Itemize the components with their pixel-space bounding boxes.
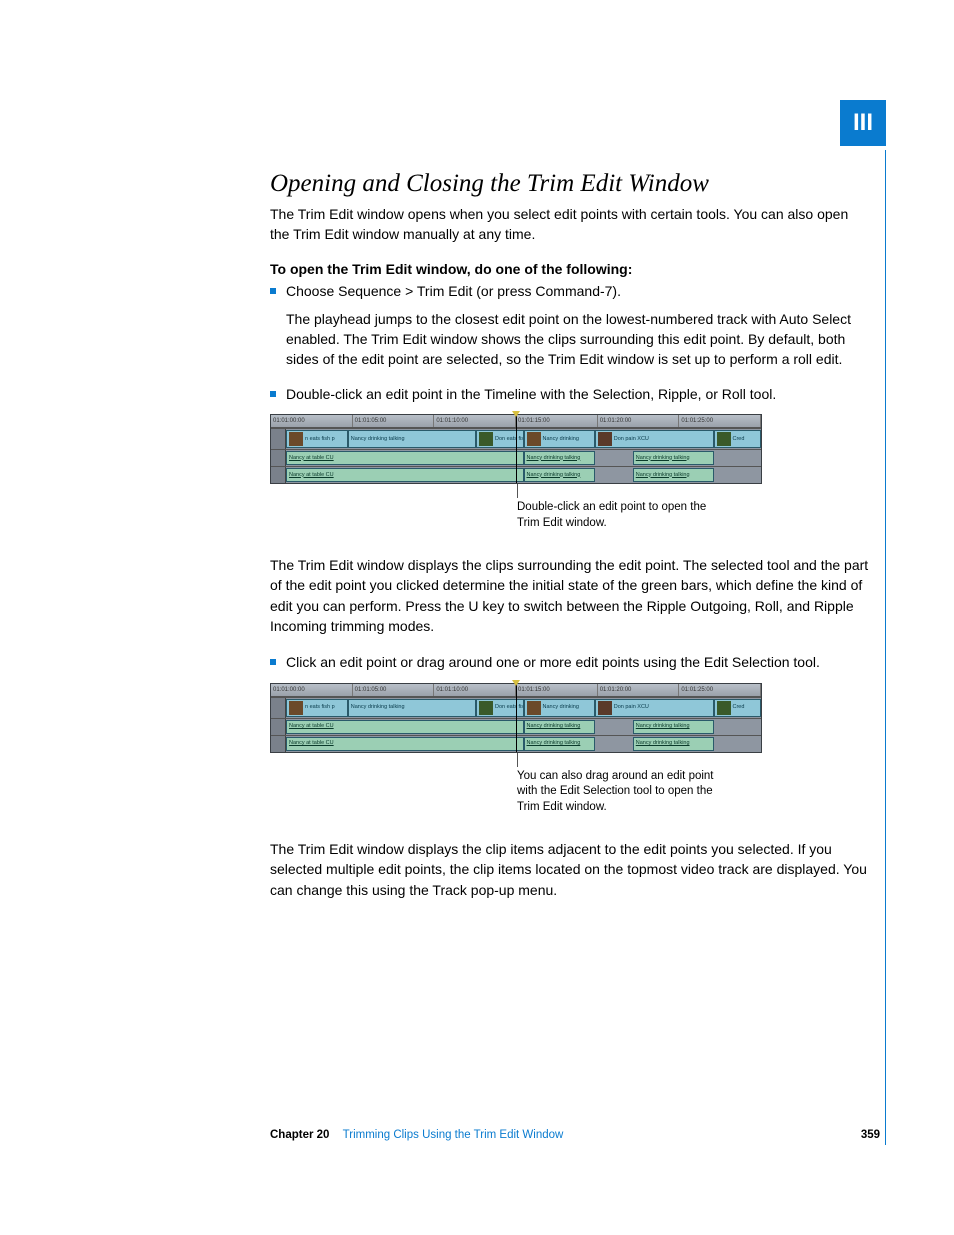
audio-clip: Nancy drinking talking: [524, 720, 595, 734]
clip-label: Cred: [733, 703, 745, 712]
clip-thumbnail: [479, 432, 493, 446]
section-title: Opening and Closing the Trim Edit Window: [270, 170, 870, 198]
clip-thumbnail: [717, 432, 731, 446]
timeline-screenshot: 01:01:00:0001:01:05:0001:01:10:0001:01:1…: [270, 683, 762, 753]
ruler-tick: 01:01:15:00: [516, 684, 598, 696]
audio-clip: Nancy drinking talking: [524, 451, 595, 465]
audio-clip: Nancy drinking talking: [524, 468, 595, 482]
clip-label: n eats fish p: [305, 703, 335, 712]
page-number: 359: [861, 1129, 880, 1141]
ruler-tick: 01:01:10:00: [434, 415, 516, 427]
bullet-step-1: Choose Sequence > Trim Edit (or press Co…: [270, 281, 870, 301]
video-clip: n eats fish p: [286, 430, 348, 448]
video-clip: Cred: [714, 699, 762, 717]
audio-track: Nancy at table CUNancy drinking talkingN…: [286, 450, 761, 466]
track-header: [271, 450, 286, 466]
video-clip: n eats fish p: [286, 699, 348, 717]
audio-track: Nancy at table CUNancy drinking talkingN…: [286, 719, 761, 735]
clip-label: Cred: [733, 435, 745, 444]
timeline-screenshot: 01:01:00:0001:01:05:0001:01:10:0001:01:1…: [270, 414, 762, 484]
clip-thumbnail: [598, 701, 612, 715]
ruler-tick: 01:01:25:00: [679, 415, 761, 427]
figure-2-caption: You can also drag around an edit point w…: [517, 769, 717, 816]
caption-leader: [517, 753, 518, 767]
video-track: n eats fish p Nancy drinking talking Don e…: [286, 698, 761, 718]
audio-clip: Nancy drinking talking: [633, 451, 714, 465]
clip-label: Nancy drinking: [543, 435, 579, 444]
ruler-tick: 01:01:05:00: [353, 415, 435, 427]
explain-para-2: The Trim Edit window displays the clips …: [270, 555, 870, 636]
clip-label: Nancy drinking talking: [351, 435, 405, 444]
ruler-tick: 01:01:20:00: [598, 415, 680, 427]
figure-1: 01:01:00:0001:01:05:0001:01:10:0001:01:1…: [270, 414, 870, 531]
clip-label: Don eats fish plate CU: [495, 703, 524, 712]
track-header: [271, 736, 286, 752]
bullet-step-2: Double-click an edit point in the Timeli…: [270, 384, 870, 404]
playhead: [516, 684, 517, 752]
chapter-label: Chapter 20: [270, 1129, 329, 1141]
page-footer: Chapter 20 Trimming Clips Using the Trim…: [270, 1129, 880, 1141]
clip-label: Nancy drinking: [543, 703, 579, 712]
clip-thumbnail: [479, 701, 493, 715]
figure-1-caption: Double-click an edit point to open the T…: [517, 500, 717, 531]
audio-clip: Nancy at table CU: [286, 468, 524, 482]
ruler-tick: 01:01:00:00: [271, 415, 353, 427]
playhead: [516, 415, 517, 483]
clip-label: Nancy drinking talking: [351, 703, 405, 712]
part-tab: III: [840, 100, 886, 146]
audio-track: Nancy at table CUNancy drinking talkingN…: [286, 467, 761, 483]
clip-thumbnail: [527, 432, 541, 446]
intro-paragraph: The Trim Edit window opens when you sele…: [270, 204, 870, 245]
audio-clip: Nancy drinking talking: [633, 720, 714, 734]
bullet-step-3: Click an edit point or drag around one o…: [270, 652, 870, 672]
ruler-tick: 01:01:20:00: [598, 684, 680, 696]
figure-2: 01:01:00:0001:01:05:0001:01:10:0001:01:1…: [270, 683, 870, 816]
clip-label: Don eats fish plate CU: [495, 435, 524, 444]
ruler-tick: 01:01:05:00: [353, 684, 435, 696]
video-clip: Don pain XCU: [595, 699, 714, 717]
task-subhead: To open the Trim Edit window, do one of …: [270, 261, 870, 277]
track-header: [271, 698, 286, 718]
track-header: [271, 719, 286, 735]
audio-track: Nancy at table CUNancy drinking talkingN…: [286, 736, 761, 752]
video-clip: Nancy drinking talking: [348, 430, 476, 448]
audio-clip: Nancy drinking talking: [633, 737, 714, 751]
video-clip: Nancy drinking: [524, 430, 595, 448]
audio-clip: Nancy at table CU: [286, 720, 524, 734]
video-clip: Nancy drinking: [524, 699, 595, 717]
clip-thumbnail: [289, 432, 303, 446]
explain-para-1: The playhead jumps to the closest edit p…: [286, 309, 870, 370]
ruler-tick: 01:01:10:00: [434, 684, 516, 696]
clip-label: Don pain XCU: [614, 435, 649, 444]
audio-clip: Nancy at table CU: [286, 451, 524, 465]
clip-label: Don pain XCU: [614, 703, 649, 712]
video-clip: Nancy drinking talking: [348, 699, 476, 717]
video-track: n eats fish p Nancy drinking talking Don e…: [286, 429, 761, 449]
audio-clip: Nancy at table CU: [286, 737, 524, 751]
audio-clip: Nancy drinking talking: [524, 737, 595, 751]
track-header: [271, 429, 286, 449]
clip-thumbnail: [527, 701, 541, 715]
explain-para-3: The Trim Edit window displays the clip i…: [270, 839, 870, 900]
ruler-tick: 01:01:00:00: [271, 684, 353, 696]
ruler-tick: 01:01:25:00: [679, 684, 761, 696]
caption-leader: [517, 484, 518, 498]
clip-thumbnail: [598, 432, 612, 446]
audio-clip: Nancy drinking talking: [633, 468, 714, 482]
page-content: Opening and Closing the Trim Edit Window…: [270, 170, 870, 916]
ruler-tick: 01:01:15:00: [516, 415, 598, 427]
video-clip: Cred: [714, 430, 762, 448]
clip-thumbnail: [289, 701, 303, 715]
track-header: [271, 467, 286, 483]
clip-thumbnail: [717, 701, 731, 715]
chapter-title: Trimming Clips Using the Trim Edit Windo…: [343, 1129, 564, 1141]
side-rule: [885, 150, 886, 1145]
video-clip: Don pain XCU: [595, 430, 714, 448]
clip-label: n eats fish p: [305, 435, 335, 444]
